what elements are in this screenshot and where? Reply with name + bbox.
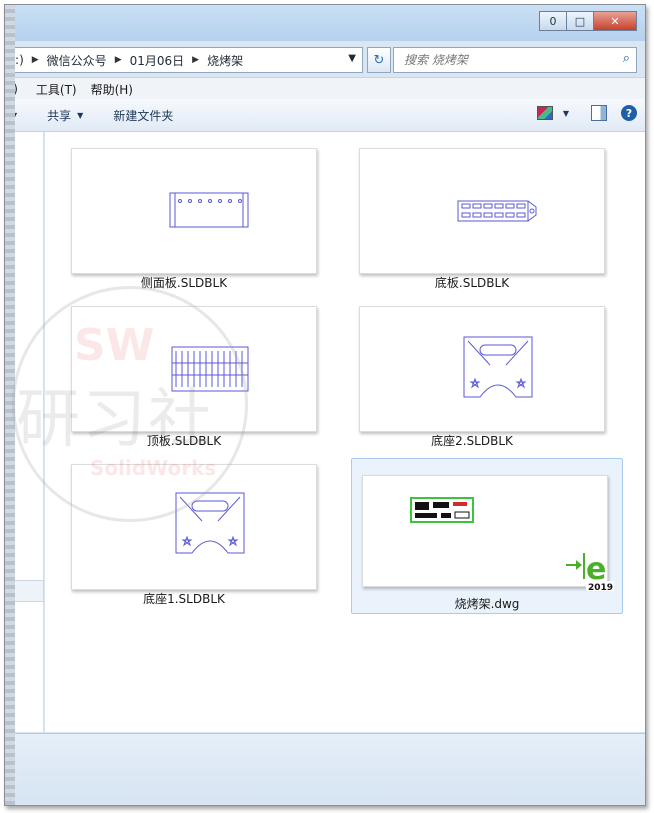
details-pane (5, 733, 645, 804)
base-plate-drawing (457, 200, 537, 222)
file-name: 顶板.SLDBLK (146, 434, 222, 448)
refresh-icon: ↻ (373, 52, 385, 68)
search-icon[interactable]: ⌕ (623, 51, 630, 66)
file-thumbnail (359, 306, 605, 432)
refresh-button[interactable]: ↻ (367, 47, 391, 73)
breadcrumb-folder-wechat[interactable]: 微信公众号 ▶ (47, 52, 130, 69)
base-2-drawing (463, 336, 533, 398)
file-item[interactable]: 侧面板.SLDBLK (49, 134, 319, 290)
preview-pane-icon[interactable] (591, 105, 607, 121)
share-label: 共享 (47, 108, 72, 123)
search-input[interactable] (402, 52, 606, 68)
chevron-down-icon[interactable]: ▼ (348, 53, 356, 64)
close-button[interactable]: ✕ (594, 11, 637, 31)
svg-text:2019: 2019 (588, 583, 613, 593)
breadcrumb-label: 微信公众号 (46, 53, 107, 68)
title-bar: 0 □ ✕ (5, 5, 645, 41)
chevron-down-icon[interactable]: ▼ (563, 109, 569, 118)
menu-bar: V) 工具(T) 帮助(H) (5, 77, 645, 100)
autocad-2019-badge-icon: e 2019 (566, 549, 616, 597)
file-name: 侧面板.SLDBLK (140, 276, 228, 290)
help-icon[interactable]: ? (621, 105, 637, 121)
torn-edge (5, 5, 15, 805)
new-folder-button[interactable]: 新建文件夹 (113, 107, 173, 124)
file-name: 烧烤架.dwg (454, 597, 520, 611)
file-item[interactable]: 底板.SLDBLK (337, 134, 607, 290)
address-row: H:)▶ 微信公众号▶ 01月06日▶ 烧烤架 ▼ ↻ ⌕ (5, 47, 645, 73)
file-thumbnail (71, 306, 317, 432)
address-bar[interactable]: H:)▶ 微信公众号▶ 01月06日▶ 烧烤架 ▼ (5, 47, 363, 73)
share-button[interactable]: 共享 ▼ (47, 107, 83, 124)
file-thumbnail (359, 148, 605, 274)
chevron-down-icon: ▼ (77, 110, 84, 120)
chevron-right-icon[interactable]: ▶ (32, 55, 39, 65)
minimize-button[interactable]: 0 (539, 11, 567, 31)
top-plate-drawing (171, 346, 249, 392)
file-thumbnail (71, 148, 317, 274)
file-item-selected[interactable]: e 2019 烧烤架.dwg (351, 458, 623, 614)
breadcrumb-folder-date[interactable]: 01月06日 ▶ (130, 52, 207, 69)
command-bar: ▼ 共享 ▼ 新建文件夹 ▼ ? (5, 99, 645, 132)
file-item[interactable]: 底座1.SLDBLK (49, 450, 319, 606)
side-panel-drawing (169, 192, 249, 228)
new-folder-label: 新建文件夹 (113, 108, 174, 123)
breadcrumb-current[interactable]: 烧烤架 (207, 52, 243, 69)
breadcrumb-label: 01月06日 (129, 53, 185, 68)
chevron-right-icon[interactable]: ▶ (115, 55, 122, 65)
file-name: 底座2.SLDBLK (431, 434, 513, 448)
file-list[interactable]: 侧面板.SLDBLK 底板.SLDBLK 顶板.SLDBLK 底座2.SLDBL… (45, 132, 645, 732)
chevron-right-icon[interactable]: ▶ (192, 55, 199, 65)
file-item[interactable]: 顶板.SLDBLK (49, 292, 319, 448)
file-name: 底板.SLDBLK (434, 276, 510, 290)
menu-help[interactable]: 帮助(H) (91, 81, 133, 98)
file-item[interactable]: 底座2.SLDBLK (337, 292, 607, 448)
maximize-button[interactable]: □ (567, 11, 594, 31)
file-name: 底座1.SLDBLK (143, 592, 225, 606)
breadcrumb-label: 烧烤架 (207, 53, 244, 68)
explorer-window: 0 □ ✕ H:)▶ 微信公众号▶ 01月06日▶ 烧烤架 ▼ ↻ ⌕ V) 工… (4, 4, 646, 806)
change-view-icon[interactable] (536, 106, 553, 120)
file-thumbnail (71, 464, 317, 590)
base-1-drawing (175, 492, 245, 554)
menu-tools[interactable]: 工具(T) (36, 81, 77, 98)
search-box[interactable]: ⌕ (393, 47, 637, 73)
